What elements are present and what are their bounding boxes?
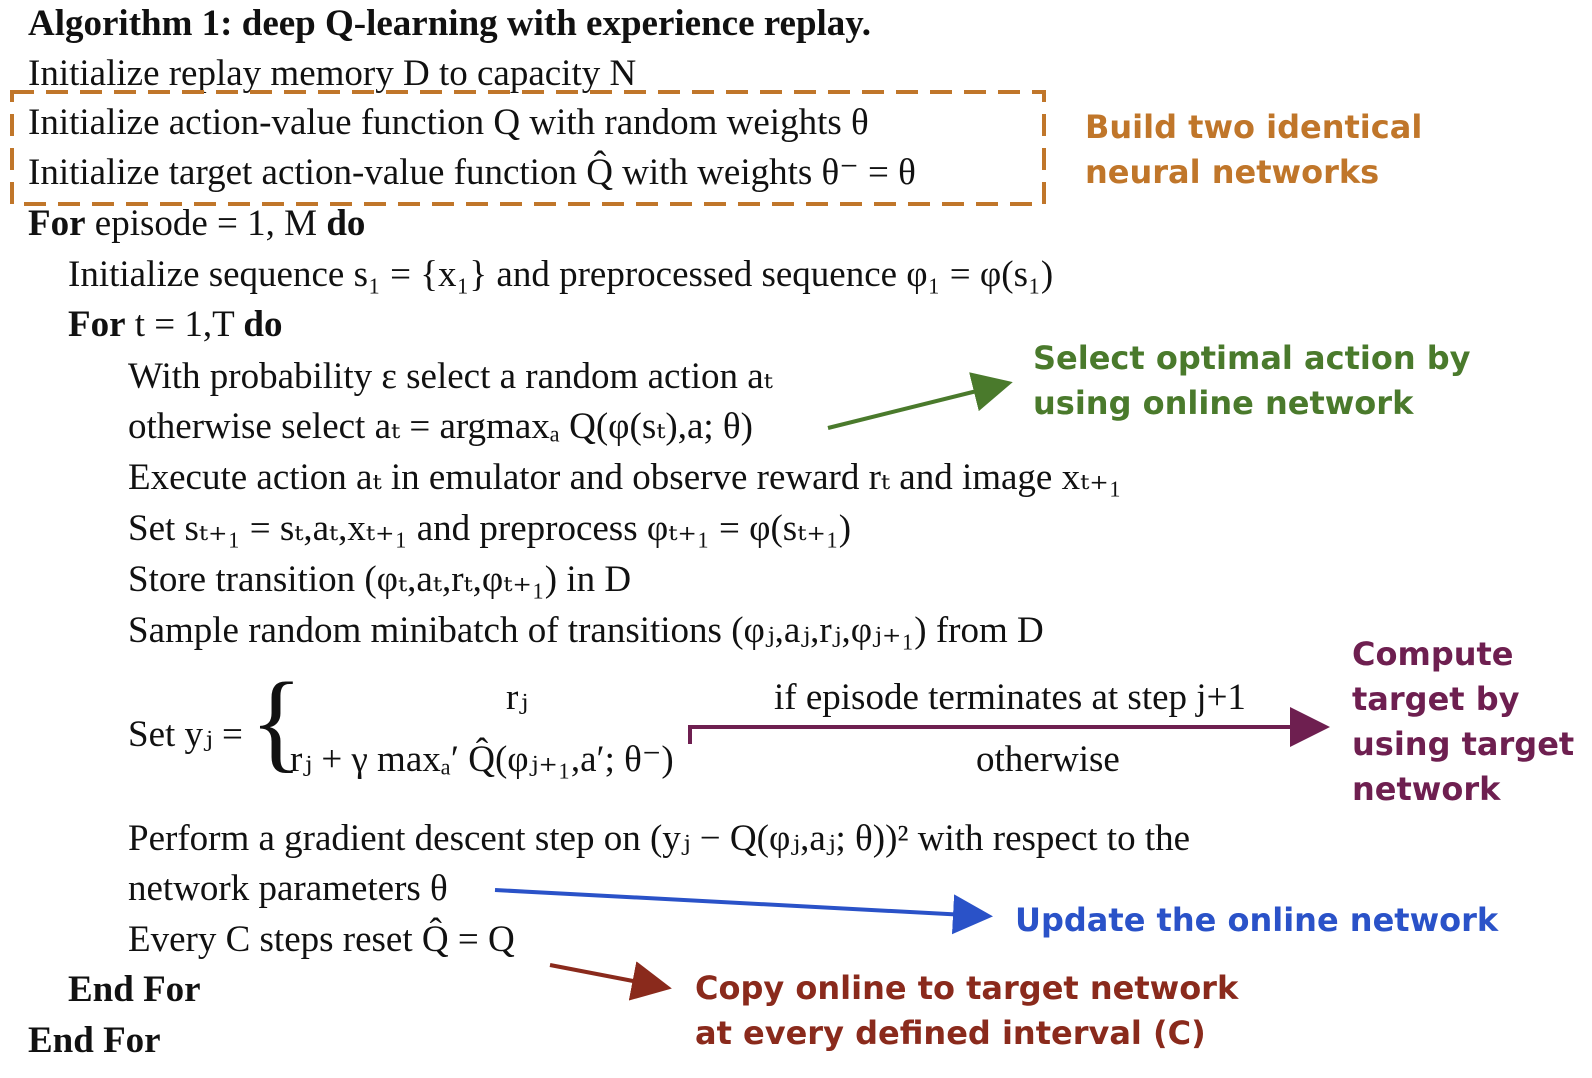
diagram-overlay <box>10 90 1330 1001</box>
select-action-arrow <box>827 372 1013 430</box>
copy-online-arrow <box>549 961 672 1001</box>
dashed-init-box <box>10 90 1046 206</box>
compute-target-arrow <box>688 707 1330 747</box>
update-online-arrow <box>494 888 993 935</box>
